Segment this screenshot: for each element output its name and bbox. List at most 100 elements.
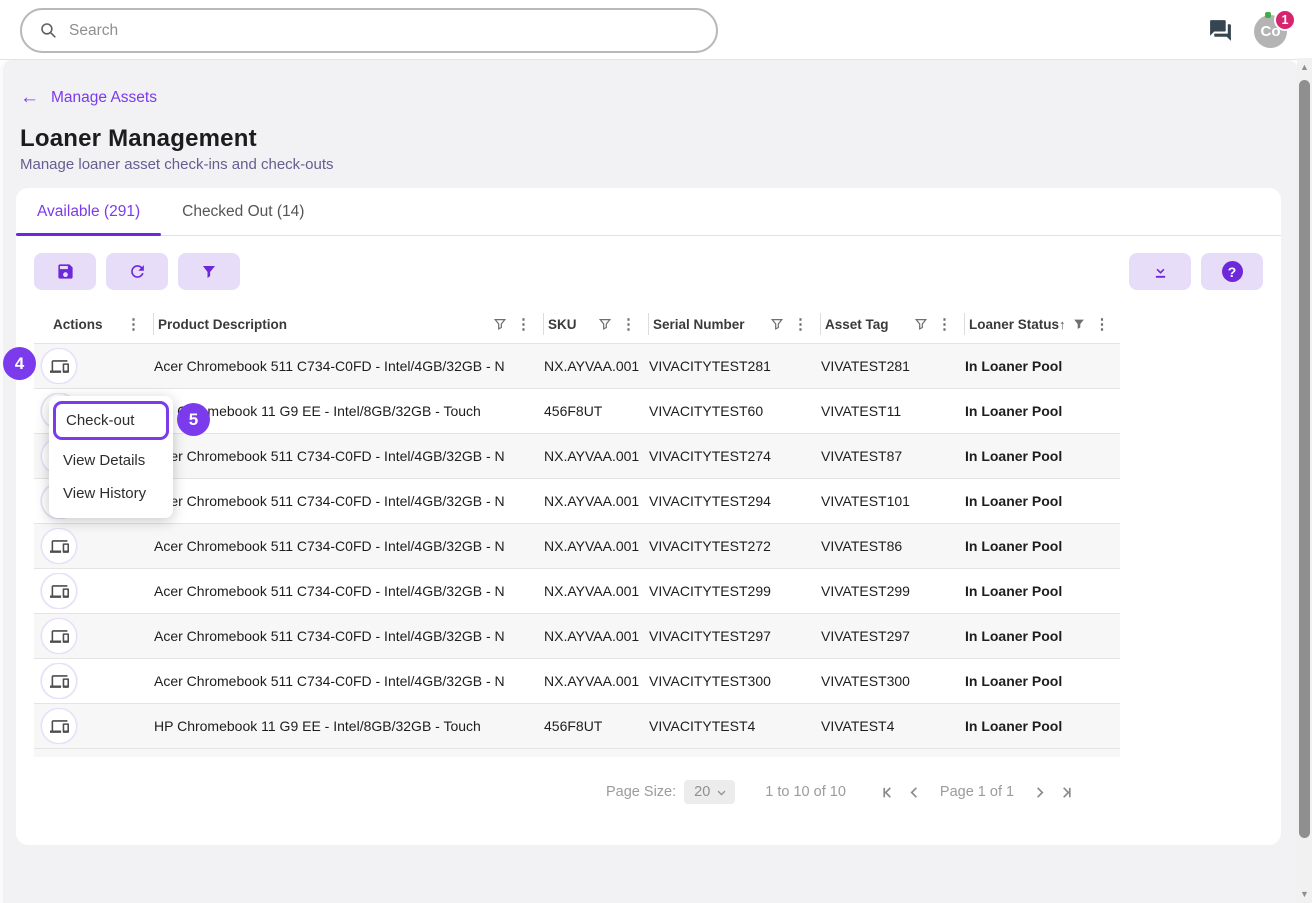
row-actions-button[interactable] [41,618,77,654]
row-actions-menu: Check-out View Details View History [49,396,173,518]
menu-item-view-details[interactable]: View Details [49,444,173,477]
cell-loaner-status: In Loaner Pool [965,403,1063,419]
next-page-button[interactable] [1030,783,1049,802]
cell-product: Acer Chromebook 511 C734-C0FD - Intel/4G… [154,628,505,644]
scroll-up-icon[interactable]: ▲ [1297,60,1312,74]
filter-funnel-icon[interactable] [493,317,507,331]
cell-asset-tag: VIVATEST86 [821,538,903,554]
column-header-serial-number[interactable]: Serial Number ⋮ [649,313,821,335]
save-button[interactable] [34,253,96,290]
scrollbar-thumb[interactable] [1299,80,1310,838]
loaner-table: Actions ⋮ Product Description ⋮ SKU ⋮ Se… [34,305,1120,757]
annotation-step-4: 4 [3,347,36,380]
row-actions-button[interactable] [41,663,77,699]
last-page-button[interactable] [1057,783,1076,802]
column-header-actions[interactable]: Actions ⋮ [34,313,154,335]
cell-serial: VIVACITYTEST299 [649,583,771,599]
search-input[interactable] [69,21,629,40]
filter-funnel-active-icon[interactable] [1072,317,1086,331]
column-menu-icon[interactable]: ⋮ [1093,317,1112,332]
row-actions-button[interactable] [41,528,77,564]
back-link-label: Manage Assets [51,88,157,106]
filter-funnel-icon[interactable] [770,317,784,331]
download-button[interactable] [1129,253,1191,290]
cell-asset-tag: VIVATEST11 [821,403,902,419]
cell-loaner-status: In Loaner Pool [965,538,1063,554]
cell-sku: NX.AYVAA.001 [544,673,640,689]
page-size-select[interactable]: 20 [684,780,736,804]
cell-asset-tag: VIVATEST300 [821,673,910,689]
cell-asset-tag: VIVATEST297 [821,628,910,644]
row-range-text: 1 to 10 of 10 [765,784,846,800]
cell-asset-tag: VIVATEST4 [821,718,895,734]
cell-asset-tag: VIVATEST101 [821,493,910,509]
cell-sku: NX.AYVAA.001 [544,538,640,554]
pagination-bar: Page Size: 20 1 to 10 of 10 Page 1 of 1 [606,780,1281,804]
cell-sku: NX.AYVAA.001 [544,358,640,374]
first-page-button[interactable] [878,783,897,802]
menu-item-view-history[interactable]: View History [49,477,173,510]
column-label: Loaner Status [969,316,1060,332]
top-bar: Co 1 [0,0,1312,60]
cell-serial: VIVACITYTEST272 [649,538,771,554]
help-button[interactable]: ? [1201,253,1263,290]
column-header-loaner-status[interactable]: Loaner Status ↑ ⋮ [965,313,1120,335]
cell-serial: VIVACITYTEST281 [649,358,771,374]
cell-serial: VIVACITYTEST294 [649,493,771,509]
row-actions-button[interactable] [41,708,77,744]
chat-icon[interactable] [1206,18,1234,46]
cell-sku: 456F8UT [544,403,603,419]
page-info-text: Page 1 of 1 [939,784,1015,800]
cell-loaner-status: In Loaner Pool [965,673,1063,689]
presence-dot [1265,12,1271,18]
back-link-manage-assets[interactable]: ← Manage Assets [20,88,157,107]
cell-serial: VIVACITYTEST297 [649,628,771,644]
cell-product: HP Chromebook 11 G9 EE - Intel/8GB/32GB … [154,403,481,419]
user-avatar[interactable]: Co 1 [1254,9,1296,50]
sort-ascending-icon[interactable]: ↑ [1059,317,1066,332]
column-menu-icon[interactable]: ⋮ [791,317,810,332]
column-menu-icon[interactable]: ⋮ [124,317,143,332]
search-bar[interactable] [20,8,718,53]
menu-item-check-out[interactable]: Check-out [53,401,169,440]
page-title: Loaner Management [20,125,257,152]
annotation-step-5: 5 [177,403,210,436]
cell-product: Acer Chromebook 511 C734-C0FD - Intel/4G… [154,448,505,464]
table-row: Acer Chromebook 511 C734-C0FD - Intel/4G… [34,658,1120,703]
filter-funnel-icon[interactable] [598,317,612,331]
grid-toolbar: ? [16,236,1281,305]
row-actions-button[interactable] [41,348,77,384]
cell-loaner-status: In Loaner Pool [965,358,1063,374]
page-size-label: Page Size: [606,784,677,800]
scroll-down-icon[interactable]: ▼ [1297,887,1312,901]
column-menu-icon[interactable]: ⋮ [619,317,638,332]
column-label: SKU [548,316,577,332]
column-label: Actions [53,316,103,332]
cell-sku: NX.AYVAA.001 [544,628,640,644]
previous-page-button[interactable] [905,783,924,802]
table-row: Acer Chromebook 511 C734-C0FD - Intel/4G… [34,478,1120,523]
column-header-sku[interactable]: SKU ⋮ [544,313,649,335]
cell-sku: 456F8UT [544,718,603,734]
filter-button[interactable] [178,253,240,290]
cell-serial: VIVACITYTEST274 [649,448,771,464]
column-header-asset-tag[interactable]: Asset Tag ⋮ [821,313,965,335]
column-header-product-description[interactable]: Product Description ⋮ [154,313,544,335]
tab-available[interactable]: Available (291) [16,188,162,236]
column-menu-icon[interactable]: ⋮ [935,317,954,332]
refresh-button[interactable] [106,253,168,290]
table-row-partial [34,748,1120,757]
tab-checked-out[interactable]: Checked Out (14) [161,188,325,235]
table-row: Acer Chromebook 511 C734-C0FD - Intel/4G… [34,343,1120,388]
notification-badge: 1 [1274,9,1296,31]
cell-asset-tag: VIVATEST299 [821,583,910,599]
devices-icon [50,717,69,736]
row-actions-button[interactable] [41,573,77,609]
back-arrow-icon: ← [20,87,39,108]
save-icon [57,264,73,279]
filter-funnel-icon[interactable] [914,317,928,331]
column-menu-icon[interactable]: ⋮ [514,317,533,332]
table-header-row: Actions ⋮ Product Description ⋮ SKU ⋮ Se… [34,305,1120,343]
vertical-scrollbar[interactable]: ▲ ▼ [1297,58,1312,903]
column-label: Product Description [158,316,288,332]
